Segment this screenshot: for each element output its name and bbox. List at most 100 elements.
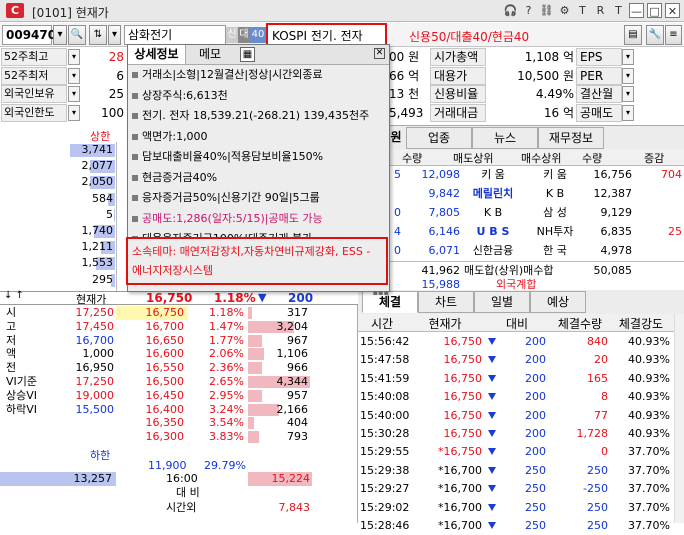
tab-ticks[interactable]: 체결: [362, 291, 418, 313]
tick-time: 15:30:28: [360, 427, 410, 440]
current-price-label: 현재가: [76, 293, 107, 306]
stat-value: 25: [108, 87, 124, 101]
tab-detail-info[interactable]: 상세정보: [128, 45, 186, 64]
price-row[interactable]: 16,750 1.18% 317: [116, 306, 358, 320]
search-icon[interactable]: 🔍: [68, 25, 86, 45]
link-icon[interactable]: ⛓: [539, 3, 554, 18]
headset-icon[interactable]: 🎧: [503, 3, 518, 18]
tick-strength: 37.70%: [628, 445, 670, 459]
summary-buy: 50,085: [593, 264, 633, 277]
calendar-icon[interactable]: ▦: [240, 47, 255, 62]
broker-buy-name[interactable]: NH투자: [526, 223, 584, 241]
stat-dropdown-icon[interactable]: ▾: [622, 104, 634, 121]
tick-row[interactable]: 15:29:27 *16,700 250 -250 37.70%: [358, 480, 684, 498]
broker-sell-name[interactable]: U B S: [464, 223, 522, 241]
broker-sell-name[interactable]: 신한금융: [464, 242, 522, 260]
stat-label: 52주최저: [1, 66, 67, 85]
resize-handle-icon[interactable]: ▪▪▪: [373, 288, 389, 297]
tick-row[interactable]: 15:41:59 16,750 200 165 40.93%: [358, 370, 684, 388]
bid-quantity: 4,344: [276, 375, 309, 388]
wrench-icon[interactable]: 🔧: [646, 25, 664, 45]
broker-sell-qty: 9,842: [428, 187, 461, 200]
stat-dropdown-icon[interactable]: ▾: [622, 86, 634, 102]
after-hours-value: 7,843: [278, 501, 311, 514]
stat-dropdown-icon[interactable]: ▾: [68, 86, 80, 102]
text-size-icon[interactable]: T: [611, 3, 626, 18]
broker-buy-name[interactable]: 삼 성: [526, 204, 584, 222]
rate-cell: 1.18%: [209, 306, 244, 319]
broker-sell-name[interactable]: 키 움: [464, 166, 522, 184]
tick-row[interactable]: 15:47:58 16,750 200 20 40.93%: [358, 351, 684, 369]
help-icon[interactable]: ?: [521, 3, 536, 18]
price-row[interactable]: 16,450 2.95% 957: [116, 389, 358, 403]
price-row[interactable]: 16,550 2.36% 966: [116, 361, 358, 375]
tab-sector[interactable]: 업종: [406, 127, 472, 149]
tick-row[interactable]: 15:40:08 16,750 200 8 40.93%: [358, 388, 684, 406]
total-time: 16:00: [166, 472, 198, 485]
tick-change: 200: [525, 390, 546, 404]
maximize-icon[interactable]: □: [647, 3, 662, 18]
tick-row[interactable]: 15:30:28 16,750 200 1,728 40.93%: [358, 425, 684, 443]
tick-time: 15:41:59: [360, 371, 410, 385]
tick-row[interactable]: 15:28:46 *16,700 250 250 37.70%: [358, 517, 684, 535]
close-icon[interactable]: ✕: [665, 3, 680, 18]
tab-news[interactable]: 뉴스: [472, 127, 538, 149]
tick-row[interactable]: 15:56:42 16,750 200 840 40.93%: [358, 333, 684, 351]
broker-sell-name[interactable]: K B: [464, 204, 522, 222]
tick-row[interactable]: 15:40:00 16,750 200 77 40.93%: [358, 407, 684, 425]
price-row[interactable]: 16,600 2.06% 1,106: [116, 347, 358, 361]
tick-row[interactable]: 15:29:55 *16,750 200 0 37.70%: [358, 443, 684, 461]
stat-dropdown-icon[interactable]: ▾: [622, 49, 634, 65]
price-row[interactable]: 16,400 3.24% 2,166: [116, 403, 358, 417]
stat-dropdown-icon[interactable]: ▾: [622, 67, 634, 84]
price-row[interactable]: 16,350 3.54% 404: [116, 416, 358, 430]
broker-delta: 704: [661, 168, 682, 181]
stock-code-input[interactable]: 009470: [2, 25, 56, 45]
tick-row[interactable]: 15:29:02 *16,700 250 250 37.70%: [358, 499, 684, 517]
detail-popup: 상세정보 메모 ▦ ✕ 거래소|소형|12월결산|정상|시간외종료 상장주식:6,…: [126, 44, 390, 297]
tick-time: 15:29:55: [360, 445, 410, 459]
sort-dropdown-icon[interactable]: ▾: [108, 25, 121, 45]
sort-arrows-icon[interactable]: ↓ ↑: [4, 290, 24, 301]
price-row[interactable]: 16,700 1.47% 3,204: [116, 320, 358, 334]
pin-icon[interactable]: T: [575, 3, 590, 18]
broker-buy-name[interactable]: K B: [526, 185, 584, 203]
tab-chart[interactable]: 차트: [418, 291, 474, 313]
tick-strength: 40.93%: [628, 353, 670, 367]
price-row[interactable]: 16,500 2.65% 4,344: [116, 375, 358, 389]
price-row[interactable]: 16,650 1.77% 967: [116, 334, 358, 348]
popup-line: 액면가:1,000: [128, 127, 389, 148]
broker-buy-qty: 6,835: [600, 225, 633, 238]
tab-financials[interactable]: 재무정보: [538, 127, 604, 149]
tab-expected[interactable]: 예상: [530, 291, 586, 313]
broker-buy-name[interactable]: 키 움: [526, 166, 584, 184]
stat-dropdown-icon[interactable]: ▾: [68, 49, 80, 65]
price-row[interactable]: 16,300 3.83% 793: [116, 430, 358, 444]
popup-line-text: 액면가:1,000: [142, 129, 208, 143]
tab-memo[interactable]: 메모: [188, 45, 232, 64]
bullet-icon: [132, 154, 138, 160]
code-dropdown-icon[interactable]: ▾: [53, 25, 67, 45]
tick-row[interactable]: 15:29:38 *16,700 250 250 37.70%: [358, 462, 684, 480]
document-icon[interactable]: ▤: [624, 25, 642, 45]
broker-buy-name[interactable]: 한 국: [526, 242, 584, 260]
menu-icon[interactable]: ≡: [665, 25, 682, 45]
total-bid: 15,224: [271, 472, 311, 485]
settings-icon[interactable]: ⚙: [557, 3, 572, 18]
stat-value: 28: [108, 50, 124, 64]
popup-close-icon[interactable]: ✕: [374, 48, 385, 59]
stat-dropdown-icon[interactable]: ▾: [68, 104, 80, 121]
broker-buy-qty: 16,756: [593, 168, 633, 181]
stat-dropdown-icon[interactable]: ▾: [68, 67, 80, 84]
minimize-icon[interactable]: —: [629, 3, 644, 18]
tab-broker[interactable]: 원: [390, 127, 402, 149]
r-icon[interactable]: R: [593, 3, 608, 18]
current-rate: 1.18%: [214, 291, 256, 305]
tab-daily[interactable]: 일별: [474, 291, 530, 313]
broker-sell-qty: 6,146: [428, 225, 461, 238]
scrollbar[interactable]: [674, 314, 684, 523]
broker-sell-name[interactable]: 메릴린치: [464, 185, 522, 203]
sort-icon[interactable]: ⇅: [89, 25, 107, 45]
stock-name-field[interactable]: 삼화전기: [124, 25, 226, 45]
tick-strength: 37.70%: [628, 519, 670, 532]
